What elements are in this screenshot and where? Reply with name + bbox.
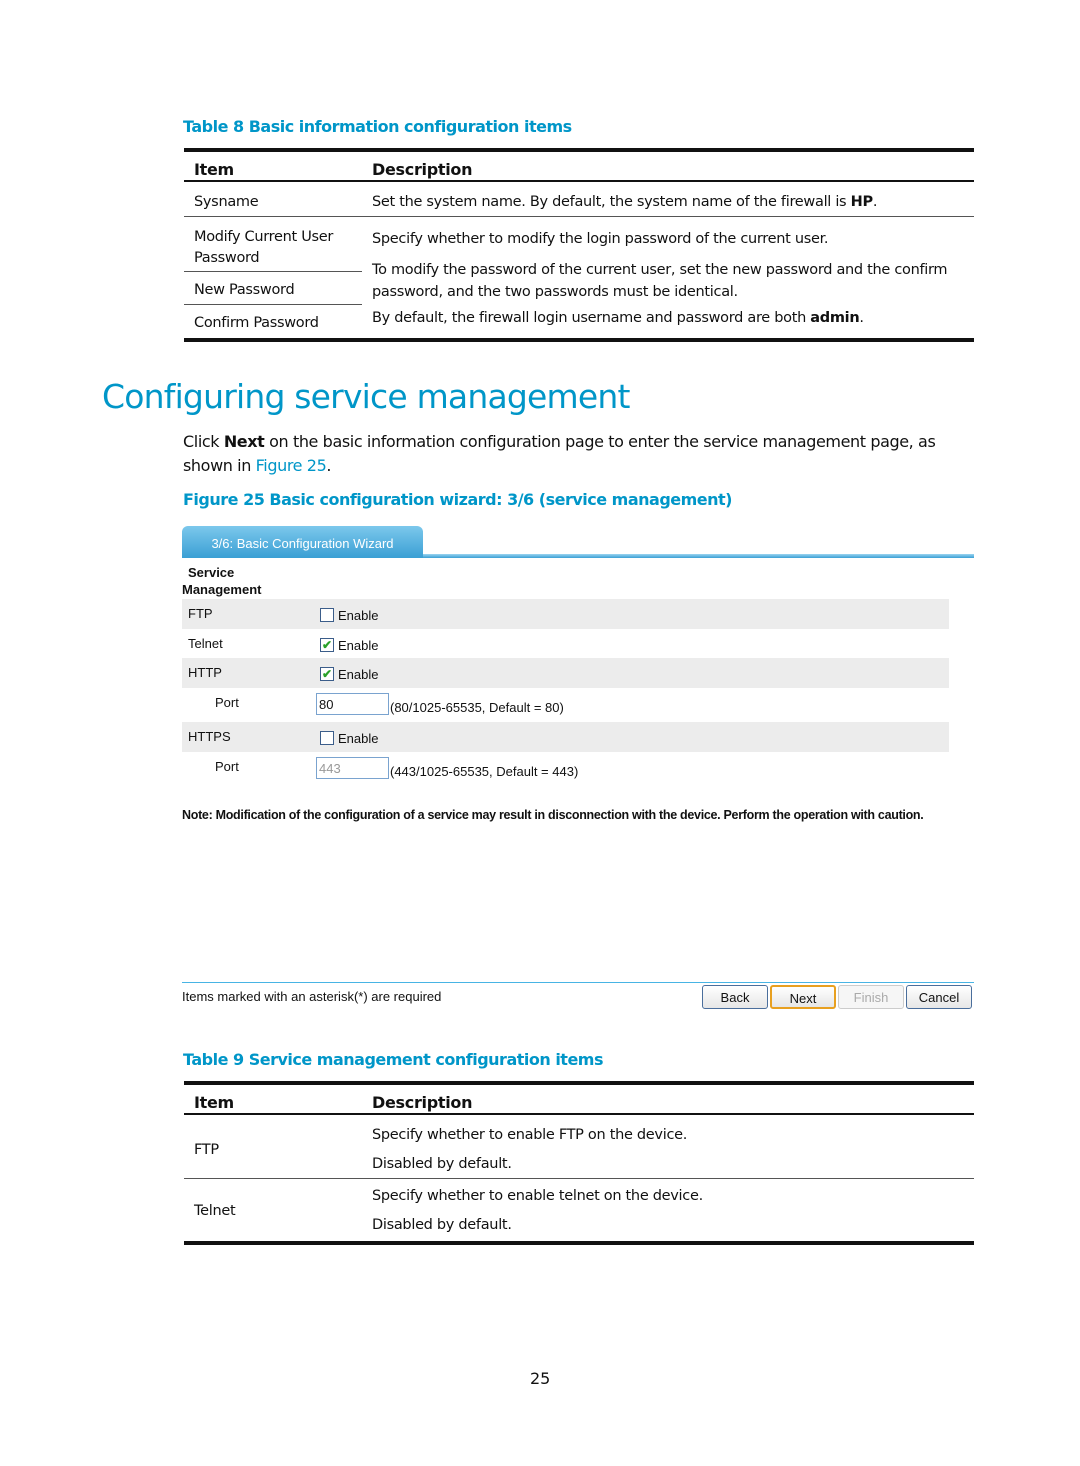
figure-link[interactable]: Figure 25 <box>256 456 327 475</box>
table8: Item Description Sysname Set the system … <box>184 148 974 344</box>
ftp-enable-label[interactable]: Enable <box>338 608 378 623</box>
section-paragraph: Click Next on the basic information conf… <box>183 430 983 478</box>
page-number: 25 <box>530 1369 551 1388</box>
wizard-tab-line <box>423 554 974 558</box>
finish-button[interactable]: Finish <box>838 985 904 1009</box>
https-port-label: Port <box>215 759 239 774</box>
table-cell-item: New Password <box>194 282 295 298</box>
table-bottom-rule <box>184 1241 974 1245</box>
http-port-input[interactable] <box>316 693 389 715</box>
table-cell-description: Specify whether to enable telnet on the … <box>372 1188 703 1204</box>
http-enable-label[interactable]: Enable <box>338 667 378 682</box>
row-divider <box>184 271 362 272</box>
http-port-hint: (80/1025-65535, Default = 80) <box>390 700 564 715</box>
table-cell-description: Disabled by default. <box>372 1156 512 1172</box>
para-text: Click <box>183 432 224 451</box>
header-item: Item <box>194 1093 234 1112</box>
table-cell-description: Disabled by default. <box>372 1217 512 1233</box>
table-bottom-rule <box>184 338 974 342</box>
table-cell-description: By default, the firewall login username … <box>372 310 864 326</box>
desc-text: By default, the firewall login username … <box>372 310 811 326</box>
table-cell-item: Confirm Password <box>194 315 319 331</box>
para-text: . <box>326 456 332 475</box>
table-cell-description: Specify whether to modify the login pass… <box>372 231 829 247</box>
desc-bold: admin <box>810 310 860 326</box>
ftp-enable-checkbox[interactable] <box>320 608 334 622</box>
wizard-tab[interactable]: 3/6: Basic Configuration Wizard <box>182 526 423 558</box>
para-bold: Next <box>223 432 265 451</box>
desc-text: Set the system name. By default, the sys… <box>372 194 851 210</box>
note-text: Note: Modification of the configuration … <box>182 808 924 822</box>
desc-bold: HP <box>850 194 873 210</box>
header-description: Description <box>372 1093 473 1112</box>
figure-caption: Figure 25 Basic configuration wizard: 3/… <box>183 490 733 509</box>
checkmark-icon: ✔ <box>321 667 333 681</box>
desc-text: . <box>872 194 878 210</box>
telnet-enable-checkbox[interactable]: ✔ <box>320 638 334 652</box>
required-note: Items marked with an asterisk(*) are req… <box>182 989 442 1004</box>
https-enable-checkbox[interactable] <box>320 731 334 745</box>
http-label: HTTP <box>188 665 222 680</box>
table-cell-item: Telnet <box>194 1203 236 1219</box>
table9-caption: Table 9 Service management configuration… <box>183 1050 604 1069</box>
http-row: HTTP ✔ Enable <box>182 658 949 688</box>
ftp-row: FTP Enable <box>182 599 949 629</box>
https-port-row: Port (443/1025-65535, Default = 443) <box>182 752 949 782</box>
http-port-label: Port <box>215 695 239 710</box>
desc-text: . <box>859 310 864 326</box>
section-heading: Configuring service management <box>102 377 630 416</box>
back-button[interactable]: Back <box>702 985 768 1009</box>
telnet-enable-label[interactable]: Enable <box>338 638 378 653</box>
section-title-line1: Service <box>188 565 235 580</box>
telnet-row: Telnet ✔ Enable <box>182 629 949 659</box>
table-header: Item Description <box>184 152 974 182</box>
table-cell-item: FTP <box>194 1142 219 1158</box>
wizard-panel: 3/6: Basic Configuration Wizard Service … <box>182 526 974 1016</box>
https-enable-label[interactable]: Enable <box>338 731 378 746</box>
table8-caption: Table 8 Basic information configuration … <box>183 117 572 136</box>
https-port-hint: (443/1025-65535, Default = 443) <box>390 764 579 779</box>
row-divider <box>184 304 362 305</box>
footer-divider <box>182 982 974 983</box>
ftp-label: FTP <box>188 606 213 621</box>
table-cell-item: Modify Current User Password <box>194 229 334 266</box>
https-label: HTTPS <box>188 729 231 744</box>
header-description: Description <box>372 160 473 179</box>
next-button[interactable]: Next <box>770 985 836 1009</box>
table-cell-description: Set the system name. By default, the sys… <box>372 194 877 210</box>
telnet-label: Telnet <box>188 636 223 651</box>
row-divider <box>184 1178 974 1179</box>
https-port-input[interactable] <box>316 757 389 779</box>
row-divider <box>184 216 974 217</box>
checkmark-icon: ✔ <box>321 638 333 652</box>
http-port-row: Port (80/1025-65535, Default = 80) <box>182 688 949 718</box>
table-cell-description: To modify the password of the current us… <box>372 262 948 300</box>
table-cell-item: Sysname <box>194 194 259 210</box>
http-enable-checkbox[interactable]: ✔ <box>320 667 334 681</box>
https-row: HTTPS Enable <box>182 722 949 752</box>
table-header: Item Description <box>184 1085 974 1115</box>
header-item: Item <box>194 160 234 179</box>
table-cell-description: Specify whether to enable FTP on the dev… <box>372 1127 688 1143</box>
cancel-button[interactable]: Cancel <box>906 985 972 1009</box>
section-title-line2: Management <box>182 582 262 597</box>
section-title: Service Management <box>182 564 261 598</box>
table9: Item Description FTP Specify whether to … <box>184 1081 974 1247</box>
